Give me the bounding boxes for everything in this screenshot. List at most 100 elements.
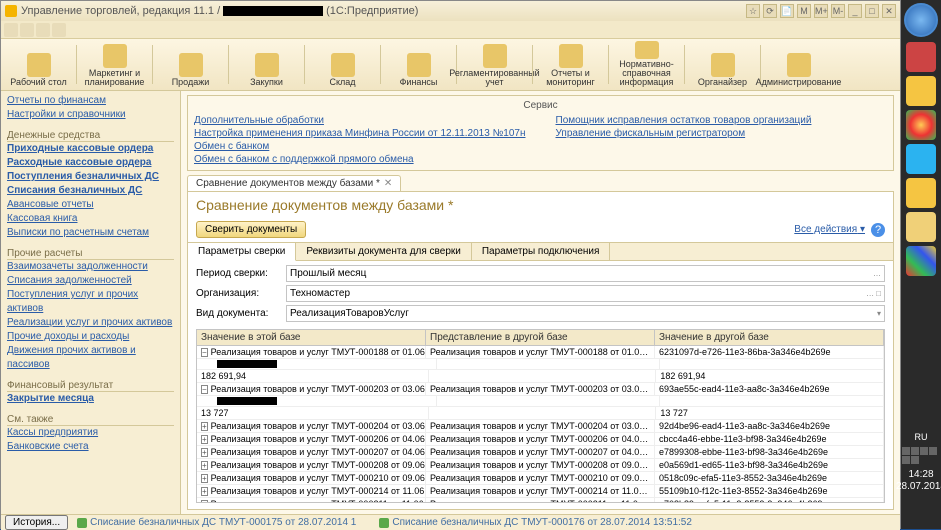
service-link[interactable]: Управление фискальным регистратором [556, 127, 812, 140]
maximize-icon[interactable]: □ [865, 4, 879, 18]
tool-icon[interactable]: M+ [814, 4, 828, 18]
table-row[interactable] [197, 359, 884, 370]
service-link[interactable]: Обмен с банком с поддержкой прямого обме… [194, 153, 526, 166]
dropdown-icon[interactable]: … [866, 289, 874, 298]
tool-icon[interactable]: M- [831, 4, 845, 18]
tray-icon[interactable] [906, 42, 936, 72]
table-row[interactable] [197, 396, 884, 407]
tool-icon[interactable]: ⟳ [763, 4, 777, 18]
sidebar-link[interactable]: Списания безналичных ДС [7, 184, 174, 198]
table-row[interactable]: − Реализация товаров и услуг ТМУТ-000188… [197, 346, 884, 359]
expand-icon[interactable]: + [201, 500, 208, 503]
sidebar-link[interactable]: Прочие доходы и расходы [7, 330, 174, 344]
tool-icon[interactable]: ☆ [746, 4, 760, 18]
tray-icon[interactable] [906, 246, 936, 276]
language-indicator[interactable]: RU [915, 432, 928, 442]
table-row[interactable]: + Реализация товаров и услуг ТМУТ-000206… [197, 433, 884, 446]
org-input[interactable]: Техномастер …□ [286, 285, 885, 302]
expand-icon[interactable]: + [201, 422, 208, 431]
sidebar-link[interactable]: Реализации услуг и прочих активов [7, 316, 174, 330]
table-row[interactable]: + Реализация товаров и услуг ТМУТ-000204… [197, 420, 884, 433]
col-header[interactable]: Значение в этой базе [197, 330, 426, 345]
ribbon-button[interactable]: Закупки [229, 39, 304, 90]
service-link[interactable]: Настройка применения приказа Минфина Рос… [194, 127, 526, 140]
sidebar-link[interactable]: Кассы предприятия [7, 426, 174, 440]
status-text-2[interactable]: Списание безналичных ДС ТМУТ-000176 от 2… [392, 517, 692, 528]
sidebar-link[interactable]: Кассовая книга [7, 212, 174, 226]
sidebar-link[interactable]: Банковские счета [7, 440, 174, 454]
ribbon-button[interactable]: Маркетинг и планирование [77, 39, 152, 90]
util-icon[interactable] [20, 23, 34, 37]
table-row[interactable]: 13 72713 727 [197, 407, 884, 420]
ribbon-button[interactable]: Регламентированный учет [457, 39, 532, 90]
period-input[interactable]: Прошлый месяц … [286, 265, 885, 282]
document-tab[interactable]: Сравнение документов между базами * ✕ [187, 175, 401, 191]
status-text-1[interactable]: Списание безналичных ДС ТМУТ-000175 от 2… [90, 517, 356, 528]
minimize-icon[interactable]: _ [848, 4, 862, 18]
tray-folder-icon[interactable] [906, 212, 936, 242]
ribbon-button[interactable]: Органайзер [685, 39, 760, 90]
doctype-input[interactable]: РеализацияТоваровУслуг ▾ [286, 305, 885, 322]
table-row[interactable]: + Реализация товаров и услуг ТМУТ-000208… [197, 459, 884, 472]
expand-icon[interactable]: + [201, 448, 208, 457]
tray-mini-icons[interactable] [901, 446, 941, 465]
expand-icon[interactable]: + [201, 474, 208, 483]
expand-icon[interactable]: − [201, 348, 208, 357]
open-icon[interactable]: □ [876, 289, 881, 298]
tray-1c-icon[interactable] [906, 178, 936, 208]
util-icon[interactable] [36, 23, 50, 37]
tool-icon[interactable]: 📄 [780, 4, 794, 18]
tray-1c-icon[interactable] [906, 76, 936, 106]
sidebar-link[interactable]: Авансовые отчеты [7, 198, 174, 212]
tray-skype-icon[interactable] [906, 144, 936, 174]
table-row[interactable]: + Реализация товаров и услуг ТМУТ-000211… [197, 498, 884, 502]
ribbon-button[interactable]: Склад [305, 39, 380, 90]
sidebar-link[interactable]: Выписки по расчетным счетам [7, 226, 174, 240]
subtab[interactable]: Реквизиты документа для сверки [296, 243, 471, 260]
table-row[interactable]: 182 691,94182 691,94 [197, 370, 884, 383]
close-icon[interactable]: ✕ [882, 4, 896, 18]
table-row[interactable]: − Реализация товаров и услуг ТМУТ-000203… [197, 383, 884, 396]
col-header[interactable]: Значение в другой базе [655, 330, 884, 345]
util-icon[interactable] [52, 23, 66, 37]
sidebar-link[interactable]: Поступления безналичных ДС [7, 170, 174, 184]
subtab[interactable]: Параметры подключения [472, 243, 611, 260]
service-link[interactable]: Помощник исправления остатков товаров ор… [556, 114, 812, 127]
history-button[interactable]: История... [5, 515, 68, 530]
expand-icon[interactable]: + [201, 461, 208, 470]
sidebar-link[interactable]: Поступления услуг и прочих активов [7, 288, 174, 316]
dropdown-icon[interactable]: … [873, 269, 881, 278]
ribbon-button[interactable]: Нормативно-справочная информация [609, 39, 684, 90]
ribbon-button[interactable]: Отчеты и мониторинг [533, 39, 608, 90]
table-row[interactable]: + Реализация товаров и услуг ТМУТ-000207… [197, 446, 884, 459]
subtab[interactable]: Параметры сверки [188, 243, 296, 261]
service-link[interactable]: Обмен с банком [194, 140, 526, 153]
service-link[interactable]: Дополнительные обработки [194, 114, 526, 127]
sidebar-link[interactable]: Движения прочих активов и пассивов [7, 344, 174, 372]
sidebar-link[interactable]: Закрытие месяца [7, 392, 174, 406]
expand-icon[interactable]: − [201, 385, 208, 394]
grid-body[interactable]: − Реализация товаров и услуг ТМУТ-000188… [197, 346, 884, 502]
ribbon-button[interactable]: Администрирование [761, 39, 836, 90]
table-row[interactable]: + Реализация товаров и услуг ТМУТ-000210… [197, 472, 884, 485]
check-documents-button[interactable]: Сверить документы [196, 221, 306, 238]
tray-chrome-icon[interactable] [906, 110, 936, 140]
util-icon[interactable] [4, 23, 18, 37]
sidebar-link[interactable]: Расходные кассовые ордера [7, 156, 174, 170]
clock[interactable]: 14:28 28.07.2014 [896, 465, 941, 529]
ribbon-button[interactable]: Рабочий стол [1, 39, 76, 90]
sidebar-link[interactable]: Списания задолженностей [7, 274, 174, 288]
help-icon[interactable]: ? [871, 223, 885, 237]
start-orb[interactable] [904, 3, 938, 37]
all-actions-link[interactable]: Все действия ▾ [794, 224, 865, 235]
expand-icon[interactable]: + [201, 487, 208, 496]
ribbon-button[interactable]: Финансы [381, 39, 456, 90]
expand-icon[interactable]: + [201, 435, 208, 444]
tool-icon[interactable]: M [797, 4, 811, 18]
ribbon-button[interactable]: Продажи [153, 39, 228, 90]
sidebar-link[interactable]: Взаимозачеты задолженности [7, 260, 174, 274]
col-header[interactable]: Представление в другой базе [426, 330, 655, 345]
sidebar-link[interactable]: Приходные кассовые ордера [7, 142, 174, 156]
sidebar-link[interactable]: Отчеты по финансам [7, 94, 174, 108]
dropdown-icon[interactable]: ▾ [877, 309, 881, 318]
